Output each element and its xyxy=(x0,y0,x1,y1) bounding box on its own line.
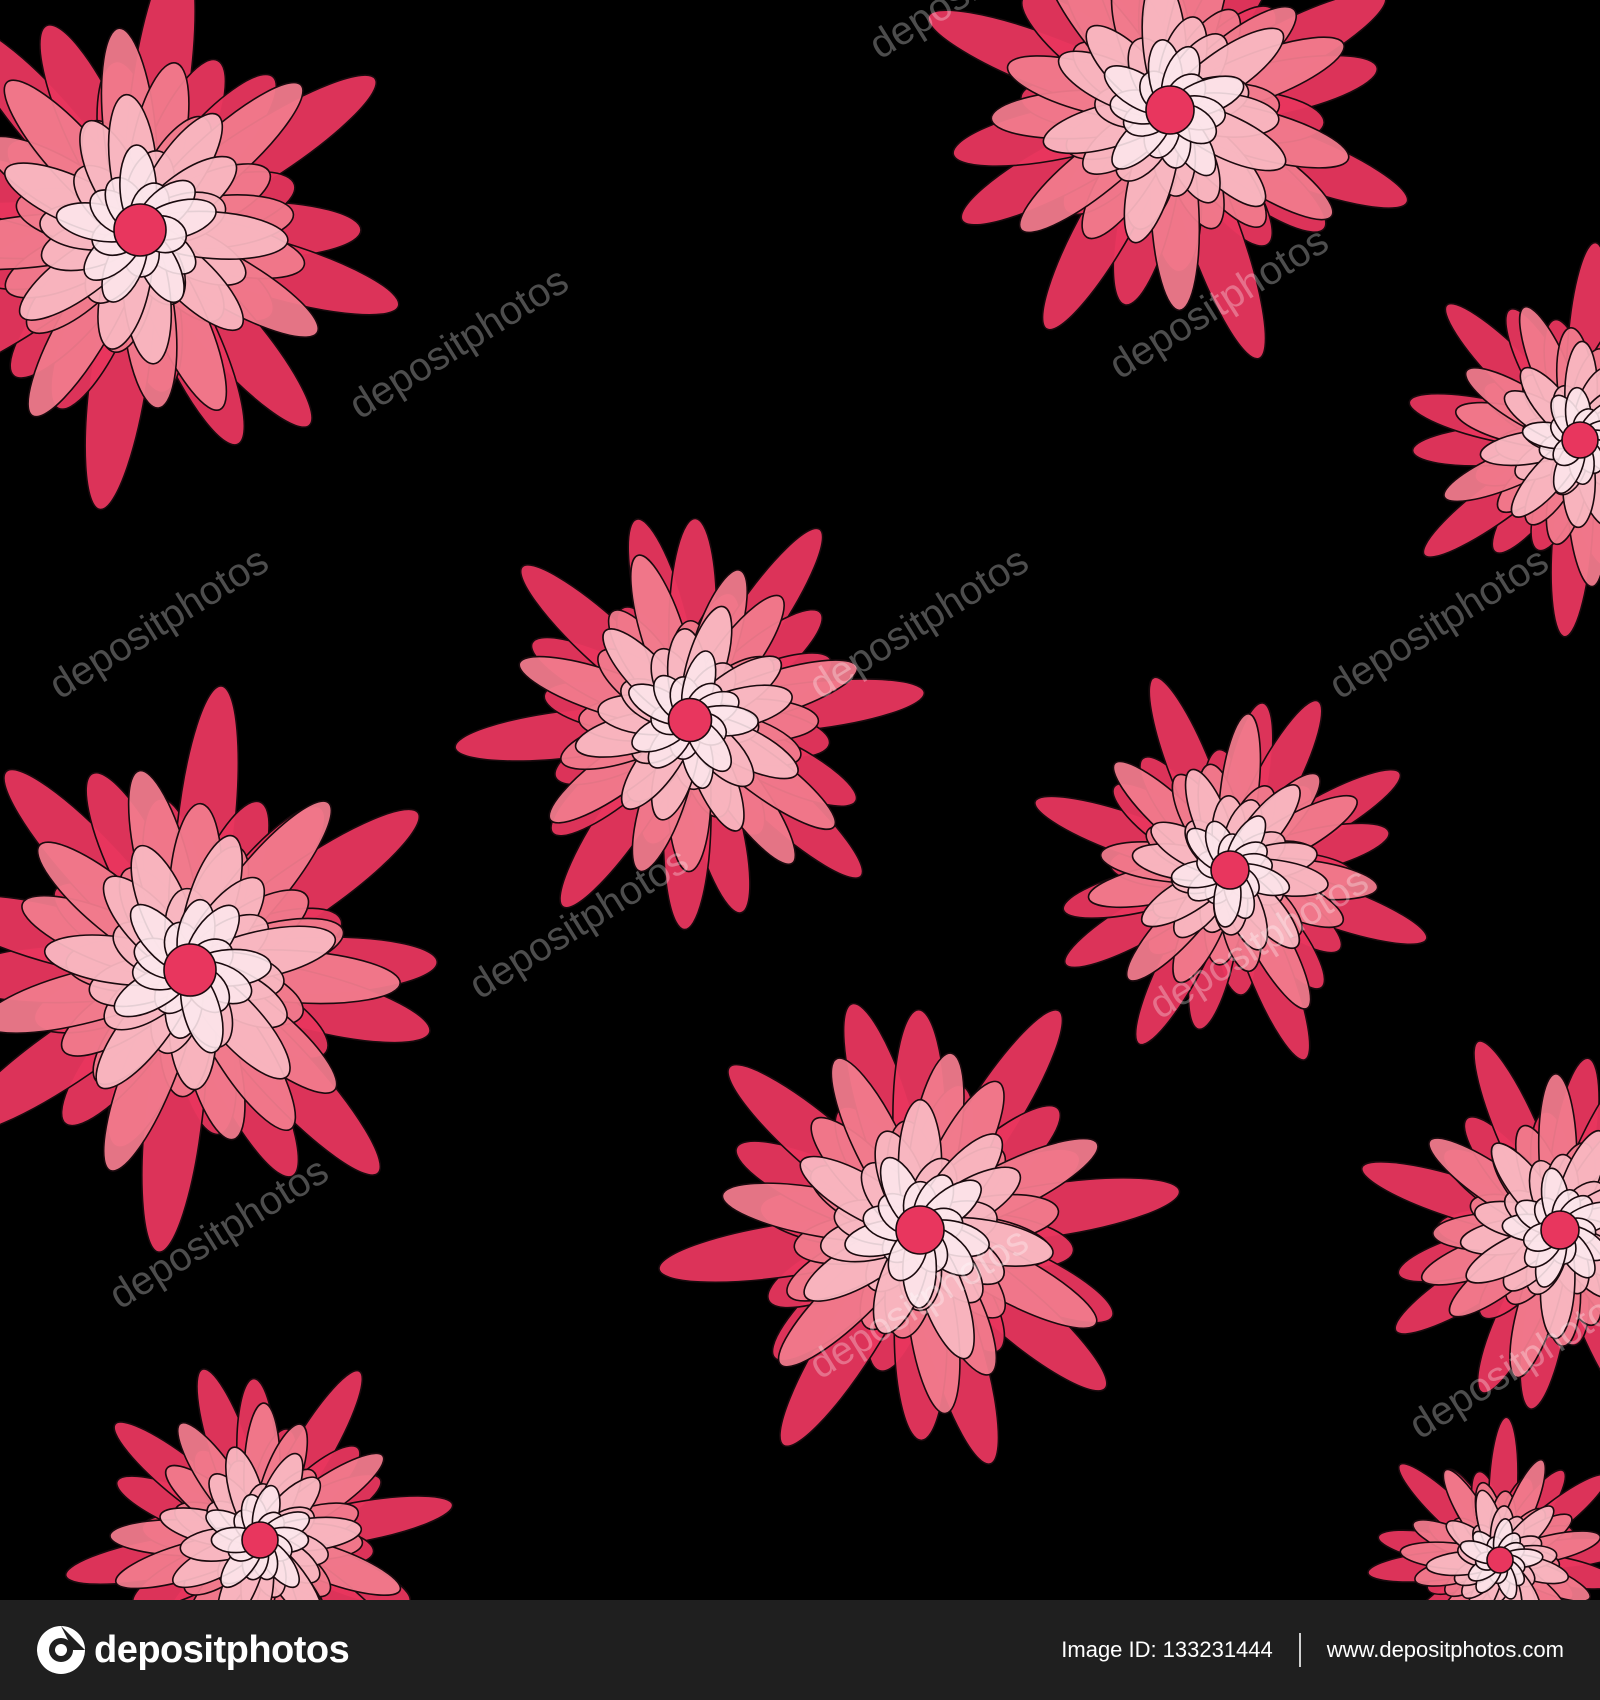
chrysanthemum-flower xyxy=(64,1368,454,1600)
flower-center xyxy=(667,697,713,743)
chrysanthemum-flower xyxy=(0,685,439,1254)
footer-divider xyxy=(1298,1633,1301,1667)
logo[interactable]: depositphotos xyxy=(36,1625,350,1675)
flower-center xyxy=(1210,850,1250,890)
flower-center xyxy=(1561,421,1599,459)
watermark-text: depositphotos xyxy=(1321,538,1556,707)
flower-center xyxy=(163,943,217,997)
chrysanthemum-pattern: depositphotos depositphotos depositphotos d… xyxy=(0,0,1600,1600)
chrysanthemum-flower xyxy=(0,0,400,511)
watermark-text: depositphotos xyxy=(101,1148,336,1317)
flower-center xyxy=(113,203,167,257)
chrysanthemum-flower xyxy=(1034,676,1428,1061)
flower-center xyxy=(1145,85,1195,135)
image-id-label: Image ID: xyxy=(1061,1637,1157,1662)
depositphotos-logo-icon xyxy=(37,1626,85,1674)
logo-text: depositphotos xyxy=(94,1628,350,1671)
chrysanthemum-flower xyxy=(1367,1416,1600,1600)
flower-group xyxy=(0,0,1600,1600)
flower-center xyxy=(1540,1210,1580,1250)
image-id-value: 133231444 xyxy=(1162,1637,1273,1662)
footer-bar: depositphotos Image ID: 133231444 www.de… xyxy=(0,1600,1600,1700)
watermark-text: depositphotos xyxy=(41,538,276,707)
flower-center xyxy=(241,1521,279,1559)
floral-artwork: depositphotos depositphotos depositphotos d… xyxy=(0,0,1600,1600)
chrysanthemum-flower xyxy=(658,1002,1181,1465)
flower-center xyxy=(895,1205,945,1255)
watermark-text: depositphotos xyxy=(801,538,1036,707)
website-link[interactable]: www.depositphotos.com xyxy=(1327,1637,1564,1663)
flower-center xyxy=(1486,1546,1514,1574)
